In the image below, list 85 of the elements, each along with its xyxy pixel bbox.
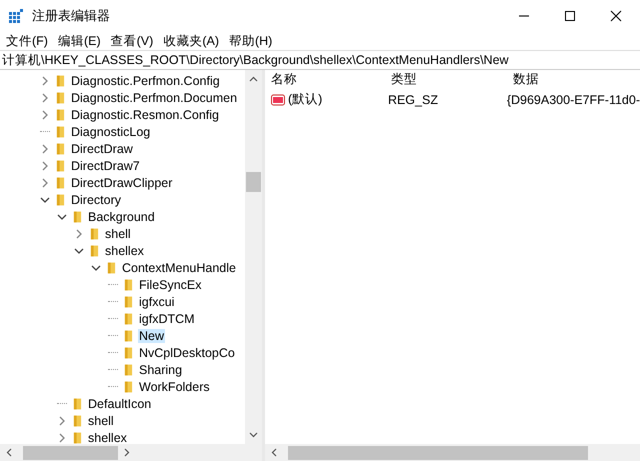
table-cell-text: REG_SZ <box>386 92 439 106</box>
folder-icon <box>56 124 65 138</box>
maximize-icon[interactable] <box>564 10 576 22</box>
horizontal-scrollbar[interactable] <box>265 444 640 461</box>
folder-icon <box>124 362 133 376</box>
chevron-down-icon[interactable] <box>74 246 84 256</box>
chevron-right-icon[interactable] <box>74 228 84 238</box>
folder-icon <box>56 74 65 88</box>
tree-item[interactable]: Directory <box>70 192 122 206</box>
folder-icon <box>56 158 65 172</box>
tree-item[interactable]: DirectDraw7 <box>70 158 141 172</box>
registry-icon <box>8 8 24 24</box>
tree-item[interactable]: Diagnostic.Perfmon.Documen <box>70 90 238 104</box>
string-value-icon <box>271 94 285 106</box>
folder-icon <box>73 430 82 444</box>
folder-icon <box>56 176 65 190</box>
address-bar[interactable]: 计算机\HKEY_CLASSES_ROOT\Directory\Background\shellex\ContextMenuHandlers\New <box>0 50 640 70</box>
chevron-right-icon[interactable] <box>40 76 50 86</box>
scroll-thumb[interactable] <box>288 446 588 460</box>
tree-item[interactable]: DiagnosticLog <box>70 124 152 138</box>
tree-item[interactable]: Background <box>87 210 156 224</box>
folder-icon <box>56 108 65 122</box>
column-header[interactable]: 类型 <box>387 71 509 88</box>
tree-item[interactable]: ContextMenuHandle <box>121 260 237 274</box>
chevron-right-icon[interactable] <box>40 178 50 188</box>
vertical-scrollbar[interactable] <box>245 70 262 444</box>
tree-item[interactable]: DirectDraw <box>70 142 134 156</box>
tree-item[interactable]: NvCplDesktopCo <box>138 346 236 360</box>
tree-item[interactable]: shellex <box>87 430 128 444</box>
table-cell-text: {D969A300-E7FF-11d0- <box>506 92 640 106</box>
chevron-down-icon[interactable] <box>57 212 67 222</box>
menu-item[interactable]: 文件(F) <box>6 32 48 50</box>
column-header[interactable]: 名称 <box>265 71 387 88</box>
folder-icon <box>90 226 99 240</box>
chevron-right-icon[interactable] <box>40 160 50 170</box>
folder-icon <box>107 260 116 274</box>
tree-item[interactable]: Diagnostic.Resmon.Config <box>70 108 220 122</box>
folder-icon <box>124 294 133 308</box>
table-cell: (默认) <box>288 91 322 108</box>
menu-item[interactable]: 收藏夹(A) <box>163 32 219 50</box>
scroll-thumb[interactable] <box>23 446 118 460</box>
scroll-up-icon[interactable] <box>249 76 258 82</box>
tree-item[interactable]: shell <box>87 414 115 428</box>
chevron-right-icon[interactable] <box>40 92 50 102</box>
scroll-left-icon[interactable] <box>6 448 12 457</box>
tree-item[interactable]: Diagnostic.Perfmon.Config <box>70 74 221 88</box>
tree-item[interactable]: DefaultIcon <box>87 396 152 410</box>
folder-icon <box>73 210 82 224</box>
folder-icon <box>124 380 133 394</box>
horizontal-scrollbar[interactable] <box>0 444 262 461</box>
menu-item[interactable]: 查看(V) <box>110 32 154 50</box>
tree-item[interactable]: DirectDrawClipper <box>70 176 174 190</box>
chevron-down-icon[interactable] <box>40 194 50 204</box>
folder-icon <box>73 414 82 428</box>
column-header[interactable]: 数据 <box>509 71 539 88</box>
menu-item[interactable]: 帮助(H) <box>228 32 272 50</box>
folder-icon <box>56 192 65 206</box>
folder-icon <box>124 328 133 342</box>
folder-icon <box>73 396 82 410</box>
tree-item[interactable]: shell <box>104 226 132 240</box>
scroll-down-icon[interactable] <box>249 432 258 438</box>
chevron-right-icon[interactable] <box>57 416 67 426</box>
scroll-thumb[interactable] <box>246 172 261 192</box>
folder-icon <box>124 312 133 326</box>
tree-item[interactable]: FileSyncEx <box>138 278 203 292</box>
menu-item[interactable]: 编辑(E) <box>58 32 101 50</box>
chevron-right-icon[interactable] <box>40 110 50 120</box>
folder-icon <box>56 142 65 156</box>
folder-icon <box>124 278 133 292</box>
tree-item[interactable]: igfxDTCM <box>138 312 196 326</box>
scroll-right-icon[interactable] <box>124 448 130 457</box>
window-title: 注册表编辑器 <box>32 7 110 25</box>
tree-item[interactable]: shellex <box>104 244 145 258</box>
folder-icon <box>124 346 133 360</box>
close-icon[interactable] <box>610 10 622 22</box>
folder-icon <box>90 244 99 258</box>
tree-item[interactable]: WorkFolders <box>138 380 211 394</box>
scroll-left-icon[interactable] <box>271 448 277 457</box>
tree-item[interactable]: New <box>138 328 166 342</box>
tree-item[interactable]: igfxcui <box>138 294 176 308</box>
chevron-right-icon[interactable] <box>40 144 50 154</box>
folder-icon <box>56 90 65 104</box>
chevron-right-icon[interactable] <box>57 432 67 442</box>
chevron-down-icon[interactable] <box>91 262 101 272</box>
tree-item[interactable]: Sharing <box>138 362 184 376</box>
